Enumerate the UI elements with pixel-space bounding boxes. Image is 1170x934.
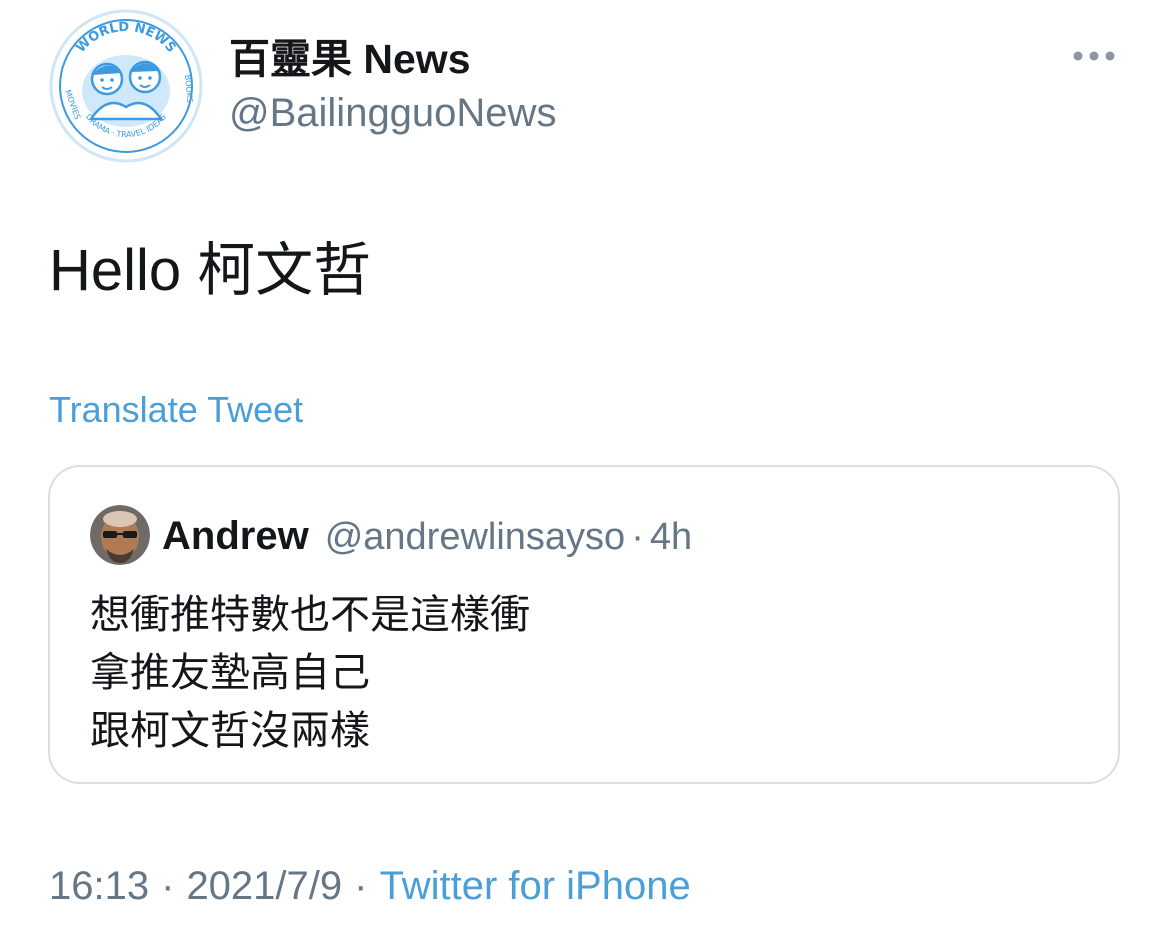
author-avatar[interactable]: WORLD NEWS DRAMA · TRAVEL IDEAS MOVIES B…	[49, 9, 203, 163]
translate-tweet-link[interactable]: Translate Tweet	[49, 388, 303, 432]
author-name[interactable]: 百靈果 News	[229, 35, 471, 83]
quoted-text-line: 拿推友墊高自己	[90, 651, 370, 695]
tweet-date[interactable]: 2021/7/9	[186, 864, 342, 908]
quoted-text-line: 想衝推特數也不是這樣衝	[90, 593, 530, 637]
quoted-author-name[interactable]: Andrew	[162, 514, 309, 558]
more-horizontal-icon	[1072, 49, 1116, 67]
quoted-text-line: 跟柯文哲沒兩樣	[90, 709, 370, 753]
quoted-tweet-text: 想衝推特數也不是這樣衝 拿推友墊高自己 跟柯文哲沒兩樣	[90, 586, 530, 760]
quoted-tweet-header: Andrew @andrewlinsayso · 4h	[162, 511, 692, 570]
meta-separator: ·	[354, 864, 368, 908]
tweet-text: Hello 柯文哲	[49, 238, 372, 303]
author-handle[interactable]: @BailingguoNews	[229, 89, 556, 137]
tweet-time[interactable]: 16:13	[49, 864, 149, 908]
meta-separator: ·	[161, 864, 175, 908]
tweet-source-link[interactable]: Twitter for iPhone	[379, 864, 690, 908]
more-options-button[interactable]	[1068, 40, 1120, 76]
quoted-author-avatar[interactable]	[90, 505, 150, 565]
quoted-timestamp[interactable]: 4h	[650, 516, 692, 558]
quoted-separator: ·	[631, 516, 644, 558]
quoted-author-handle[interactable]: @andrewlinsayso	[325, 516, 626, 558]
tweet-metadata: 16:13 · 2021/7/9 · Twitter for iPhone	[49, 862, 691, 910]
quoted-tweet-card[interactable]: Andrew @andrewlinsayso · 4h 想衝推特數也不是這樣衝 拿推友…	[48, 465, 1120, 784]
